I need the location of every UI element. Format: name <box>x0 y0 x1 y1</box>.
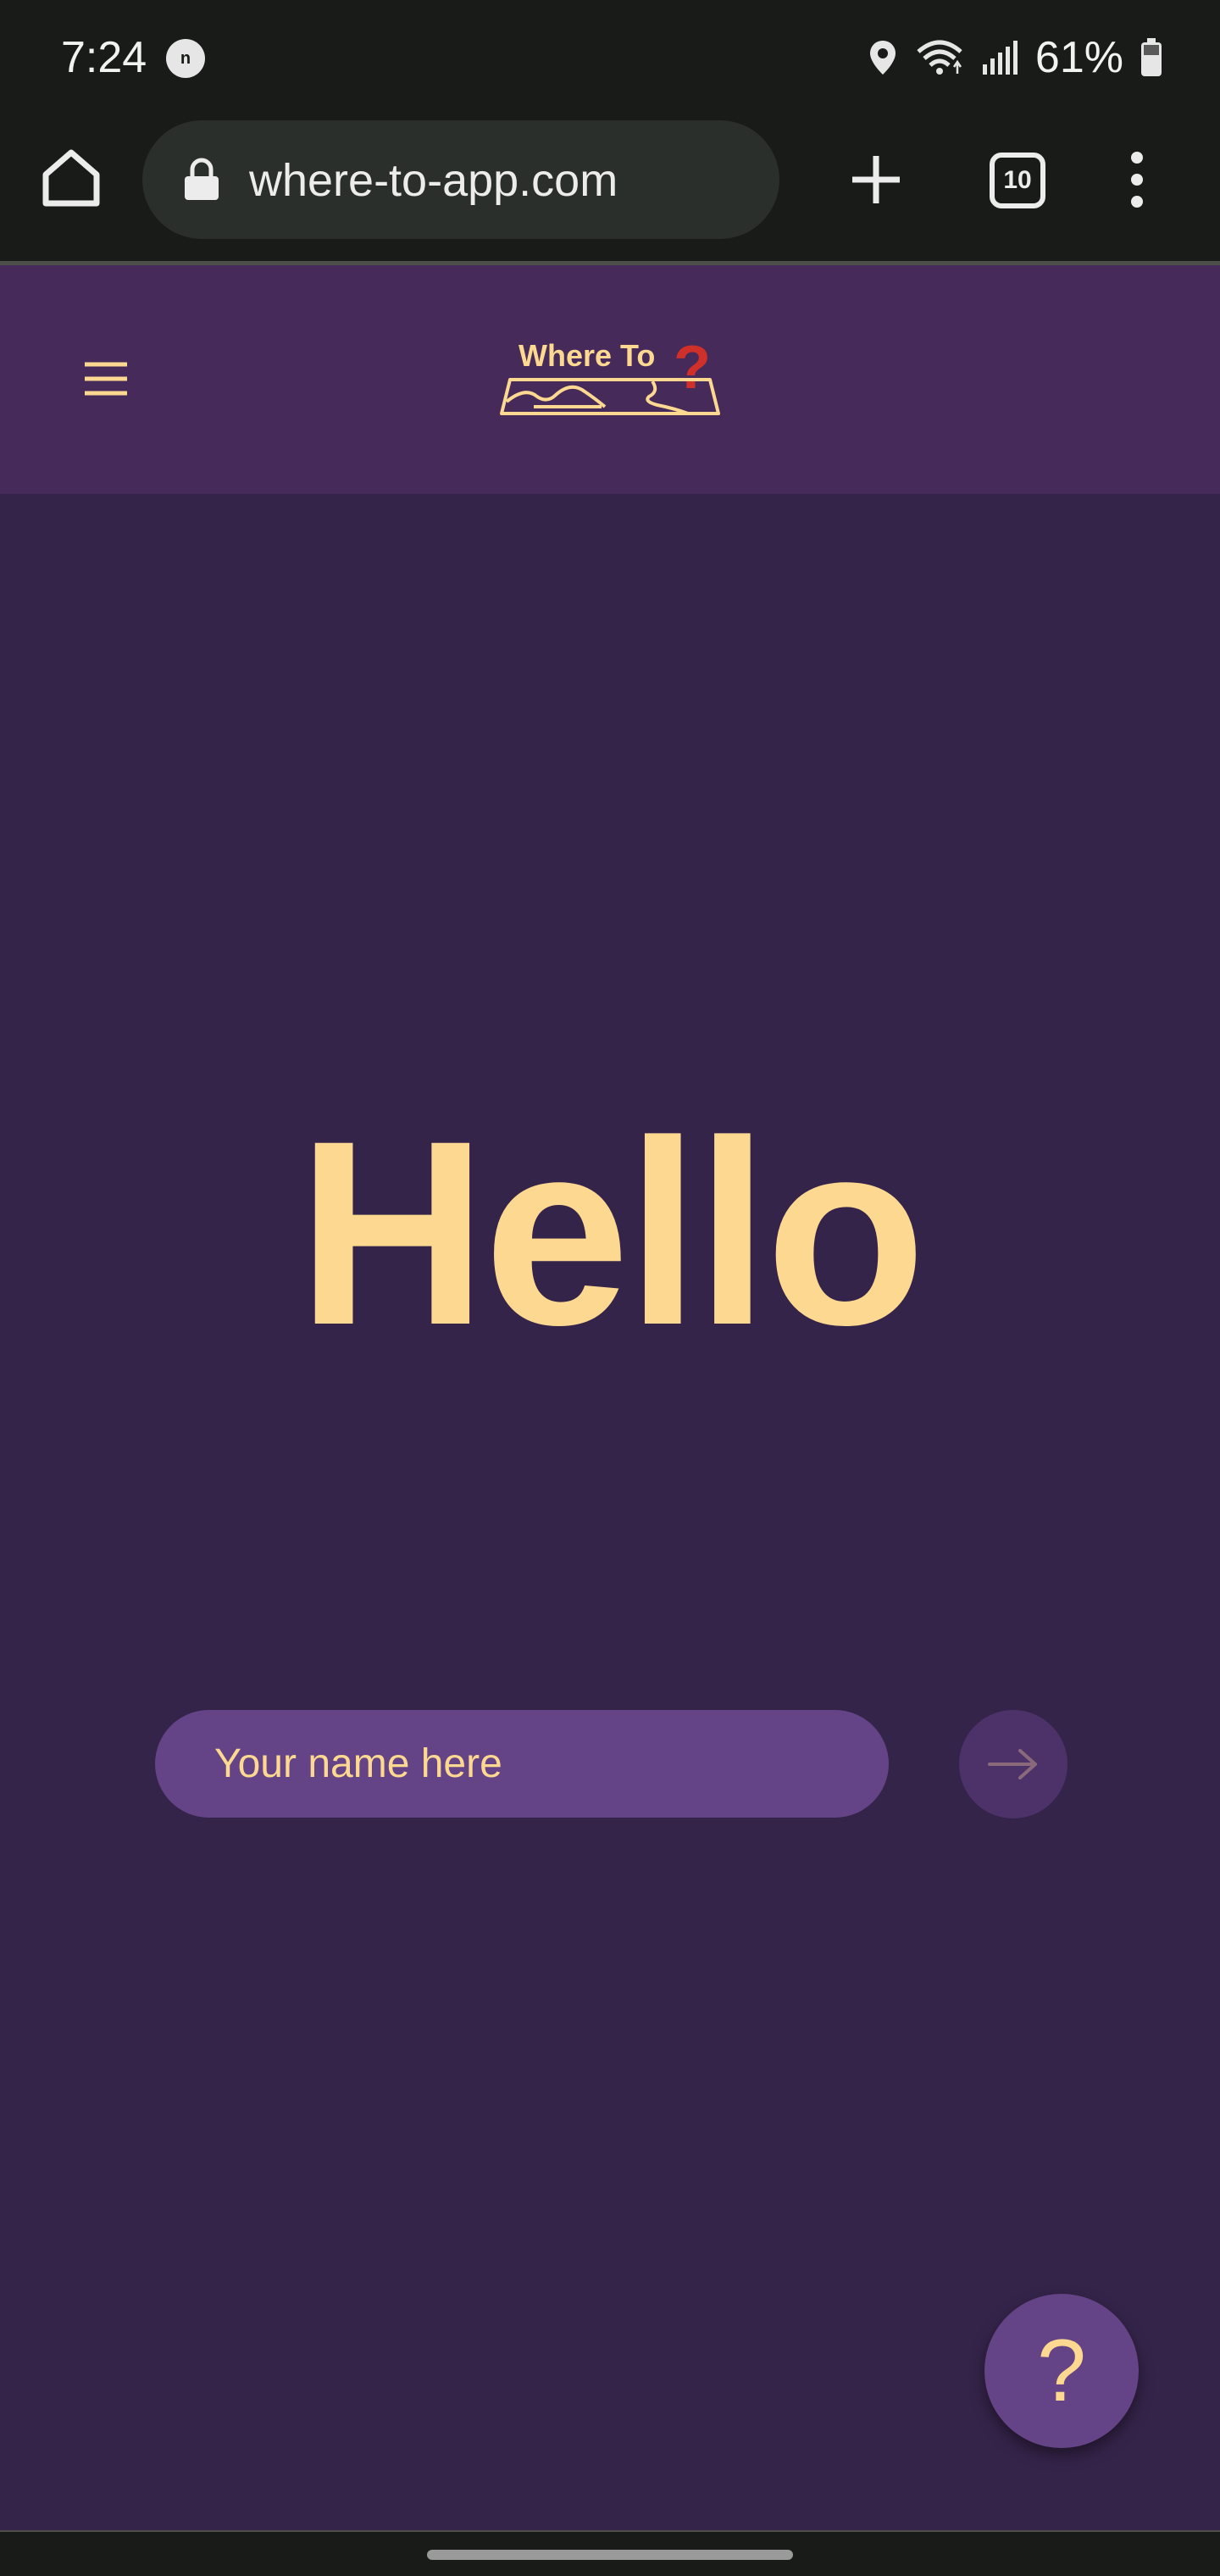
submit-button[interactable] <box>959 1710 1068 1818</box>
status-time: 7:24 <box>61 33 147 82</box>
signal-icon <box>982 41 1018 75</box>
wifi-icon <box>917 40 962 75</box>
url-text[interactable]: where-to-app.com <box>249 153 618 208</box>
more-vert-icon[interactable] <box>1118 144 1156 215</box>
logo-question-mark: ? <box>674 336 711 402</box>
greeting-heading: Hello <box>297 1085 926 1380</box>
lock-icon[interactable] <box>183 158 220 202</box>
status-icons: 61% <box>868 31 1162 85</box>
battery-percent: 61% <box>1034 33 1123 82</box>
arrow-right-icon <box>988 1749 1037 1779</box>
help-button[interactable]: ? <box>984 2294 1139 2448</box>
location-icon <box>869 41 896 75</box>
gesture-handle[interactable] <box>427 2550 793 2560</box>
tabs-button[interactable]: 10 <box>990 153 1045 208</box>
plus-icon[interactable] <box>846 144 907 215</box>
logo-text: Where To <box>518 338 655 373</box>
notification-badge-icon: n <box>166 39 205 78</box>
battery-icon <box>1141 38 1162 76</box>
logo[interactable]: Where To ? <box>500 336 722 420</box>
hamburger-menu-icon[interactable] <box>81 359 130 398</box>
name-input[interactable] <box>155 1710 889 1818</box>
home-icon[interactable] <box>36 142 107 214</box>
